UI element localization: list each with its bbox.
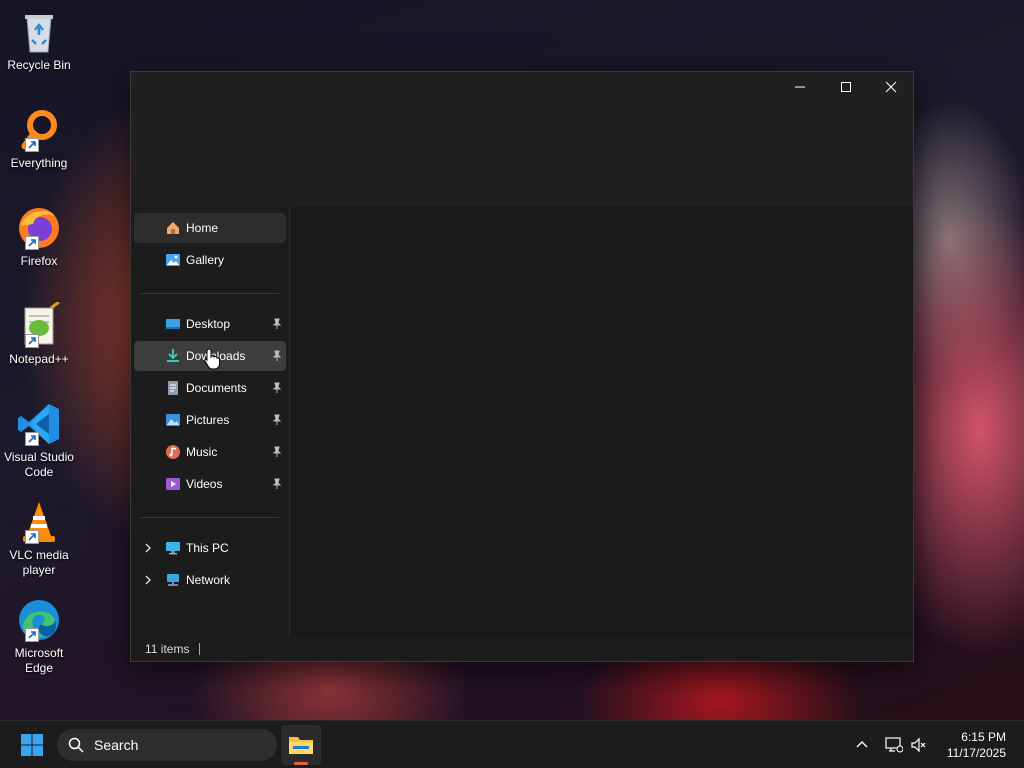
file-explorer-window[interactable]: Home Gallery Desktop Downloads (130, 71, 914, 662)
clock-time: 6:15 PM (961, 730, 1006, 744)
desktop-icon-vscode[interactable]: Visual Studio Code (3, 400, 75, 480)
maximize-button[interactable] (823, 72, 869, 102)
nav-item-label: Documents (186, 381, 247, 395)
system-clock[interactable]: 6:15 PM 11/17/2025 (936, 729, 1006, 761)
search-label: Search (94, 737, 139, 753)
hand-cursor-icon (204, 348, 220, 370)
shortcut-arrow-icon (25, 138, 39, 152)
close-icon (885, 81, 897, 93)
title-bar[interactable] (131, 72, 913, 207)
ethernet-icon (885, 737, 903, 753)
nav-item-label: This PC (186, 541, 229, 555)
volume-tray-icon[interactable] (909, 735, 929, 755)
taskbar-file-explorer[interactable] (281, 725, 321, 765)
search-icon (68, 737, 84, 753)
nav-item-label: Network (186, 573, 231, 587)
status-separator (199, 642, 201, 655)
documents-icon (168, 381, 178, 395)
desktop-icon-label: Firefox (20, 254, 58, 268)
minimize-button[interactable] (777, 72, 823, 102)
navigation-pane[interactable]: Home Gallery Desktop Downloads (131, 207, 289, 638)
file-explorer-icon (289, 737, 313, 754)
desktop-icon-notepad-plus-plus[interactable]: Notepad++ (3, 300, 75, 367)
desktop-icon-label: Microsoft Edge (14, 646, 64, 675)
this-pc-icon (166, 542, 180, 555)
desktop-folder-icon (166, 319, 180, 329)
desktop-icon-label: Everything (10, 156, 68, 170)
chevron-up-icon (856, 741, 868, 748)
home-icon (167, 222, 179, 234)
item-count: 11 items (145, 641, 190, 656)
desktop-icon-everything[interactable]: Everything (3, 106, 75, 171)
desktop-icon-label: Visual Studio Code (4, 450, 74, 479)
shortcut-arrow-icon (25, 334, 39, 348)
videos-icon (166, 478, 180, 490)
minimize-icon (795, 86, 805, 88)
gallery-icon (166, 254, 180, 266)
pin-icon[interactable] (271, 478, 283, 490)
desktop-icon-label: Recycle Bin (7, 58, 71, 72)
nav-item-this-pc[interactable]: This PC (134, 533, 286, 563)
nav-item-home[interactable]: Home (134, 213, 286, 243)
desktop-icon-label: VLC media player (9, 548, 69, 577)
pin-icon[interactable] (271, 414, 283, 426)
shortcut-arrow-icon (25, 236, 39, 250)
recycle-bin-icon (15, 8, 63, 56)
nav-item-network[interactable]: Network (134, 565, 286, 595)
nav-item-gallery[interactable]: Gallery (134, 245, 286, 275)
taskbar-search[interactable]: Search (57, 729, 277, 761)
chevron-right-icon[interactable] (143, 543, 153, 553)
shortcut-arrow-icon (25, 530, 39, 544)
desktop-icon-recycle-bin[interactable]: Recycle Bin (3, 8, 75, 73)
nav-item-documents[interactable]: Documents (134, 373, 286, 403)
network-tray-icon[interactable] (884, 735, 904, 755)
nav-item-desktop[interactable]: Desktop (134, 309, 286, 339)
nav-item-label: Videos (186, 477, 223, 491)
downloads-icon (167, 349, 179, 362)
nav-item-music[interactable]: Music (134, 437, 286, 467)
pin-icon[interactable] (271, 318, 283, 330)
notepad-plus-plus-icon (15, 300, 63, 350)
music-icon (166, 445, 180, 459)
status-bar: 11 items (131, 636, 913, 661)
chevron-right-icon[interactable] (143, 575, 153, 585)
nav-separator (141, 517, 279, 518)
desktop-icon-vlc[interactable]: VLC media player (3, 498, 75, 578)
nav-item-videos[interactable]: Videos (134, 469, 286, 499)
pictures-icon (166, 414, 180, 426)
nav-item-label: Gallery (186, 253, 225, 267)
start-button[interactable] (14, 729, 50, 761)
edge-icon (15, 596, 63, 644)
desktop-icon-edge[interactable]: Microsoft Edge (3, 596, 75, 676)
nav-separator (141, 293, 279, 294)
file-list-area[interactable] (290, 207, 913, 638)
taskbar: Search 6:15 PM 11/17/2025 (0, 720, 1024, 768)
nav-item-label: Home (186, 221, 219, 235)
shortcut-arrow-icon (25, 432, 39, 446)
shortcut-arrow-icon (25, 628, 39, 642)
show-hidden-icons-button[interactable] (852, 735, 872, 755)
nav-item-label: Desktop (186, 317, 231, 331)
pin-icon[interactable] (271, 350, 283, 362)
everything-icon (15, 106, 63, 154)
pin-icon[interactable] (271, 382, 283, 394)
speaker-muted-icon (911, 737, 926, 753)
close-button[interactable] (868, 72, 914, 102)
nav-item-pictures[interactable]: Pictures (134, 405, 286, 435)
windows-logo-icon (21, 734, 43, 756)
firefox-icon (15, 204, 63, 252)
maximize-icon (841, 82, 851, 92)
pin-icon[interactable] (271, 446, 283, 458)
clock-date: 11/17/2025 (946, 746, 1006, 760)
desktop-icon-label: Notepad++ (9, 352, 69, 366)
desktop-icon-firefox[interactable]: Firefox (3, 204, 75, 269)
nav-item-label: Pictures (186, 413, 230, 427)
vlc-icon (15, 498, 63, 546)
nav-item-label: Music (186, 445, 218, 459)
network-icon (167, 574, 179, 586)
vscode-icon (15, 400, 63, 448)
running-indicator (294, 762, 308, 765)
